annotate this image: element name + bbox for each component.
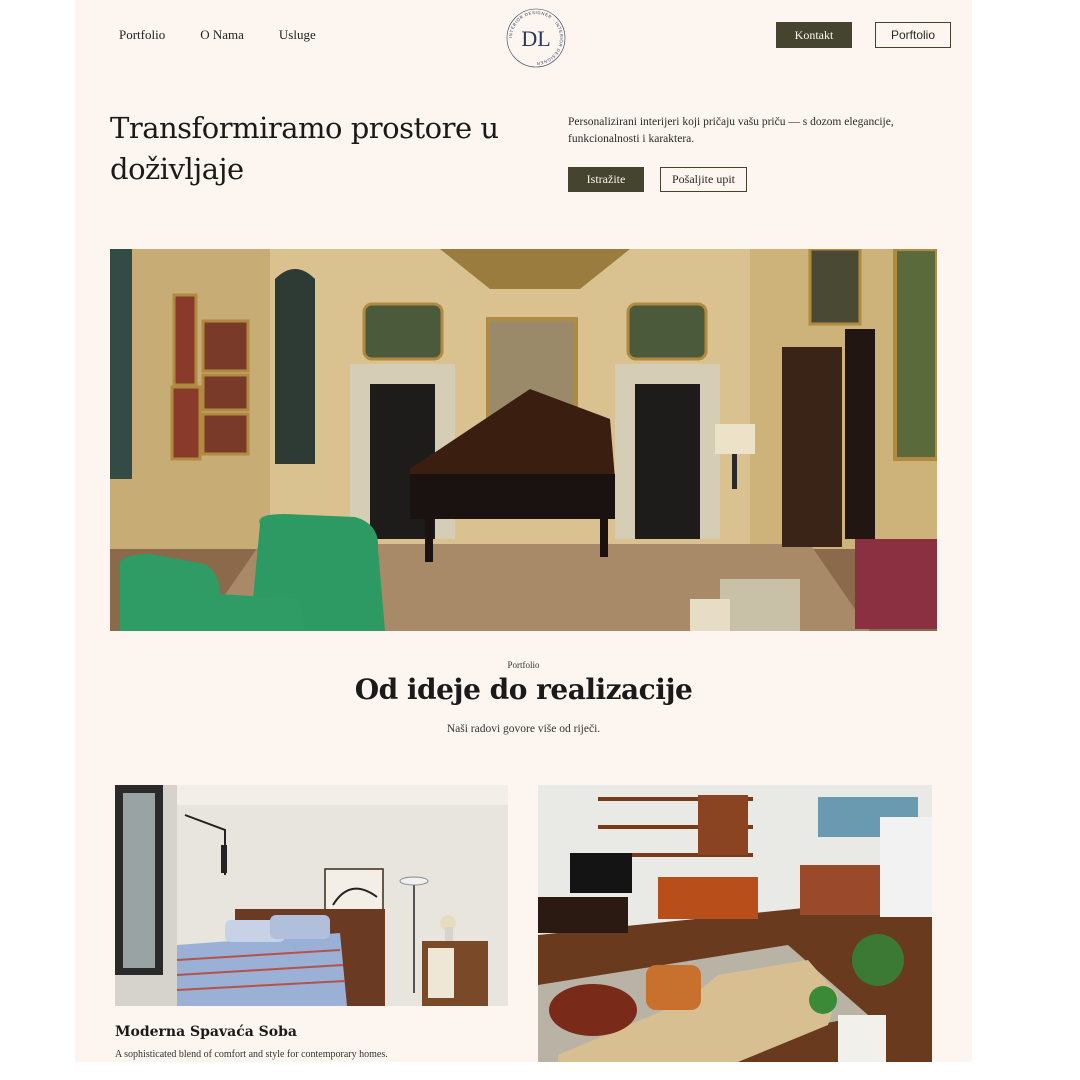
portfolio-button[interactable]: Porftolio bbox=[875, 22, 951, 48]
nav-link-usluge[interactable]: Usluge bbox=[279, 27, 316, 43]
nav-link-o-nama[interactable]: O Nama bbox=[200, 27, 244, 43]
send-inquiry-button[interactable]: Pošaljite upit bbox=[660, 167, 747, 192]
main-nav: Portfolio O Nama Usluge bbox=[119, 27, 351, 43]
hero-title: Transformiramo prostore u doživljaje bbox=[110, 111, 499, 186]
portfolio-card-description: A sophisticated blend of comfort and sty… bbox=[115, 1049, 388, 1060]
portfolio-card-bedroom-image[interactable] bbox=[115, 785, 508, 1006]
section-title: Od ideje do realizacije bbox=[354, 673, 693, 706]
hero-image bbox=[110, 249, 937, 631]
logo[interactable]: INTERIOR DESIGNER · INTERIOR DESIGNER DL bbox=[505, 7, 567, 69]
nav-link-portfolio[interactable]: Portfolio bbox=[119, 27, 165, 43]
logo-monogram: DL bbox=[521, 26, 550, 51]
portfolio-card-living-room-image[interactable] bbox=[538, 785, 932, 1062]
portfolio-card-title[interactable]: Moderna Spavaća Soba bbox=[115, 1024, 297, 1040]
logo-emblem: INTERIOR DESIGNER · INTERIOR DESIGNER DL bbox=[506, 8, 566, 68]
hero-description: Personalizirani interijeri koji pričaju … bbox=[568, 116, 894, 145]
explore-button[interactable]: Istražite bbox=[568, 167, 644, 192]
section-eyebrow: Portfolio bbox=[507, 660, 540, 670]
section-subtitle: Naši radovi govore više od riječi. bbox=[446, 723, 601, 735]
page: Portfolio O Nama Usluge INTERIOR DESIGNE… bbox=[75, 0, 972, 1062]
contact-button[interactable]: Kontakt bbox=[776, 22, 852, 48]
